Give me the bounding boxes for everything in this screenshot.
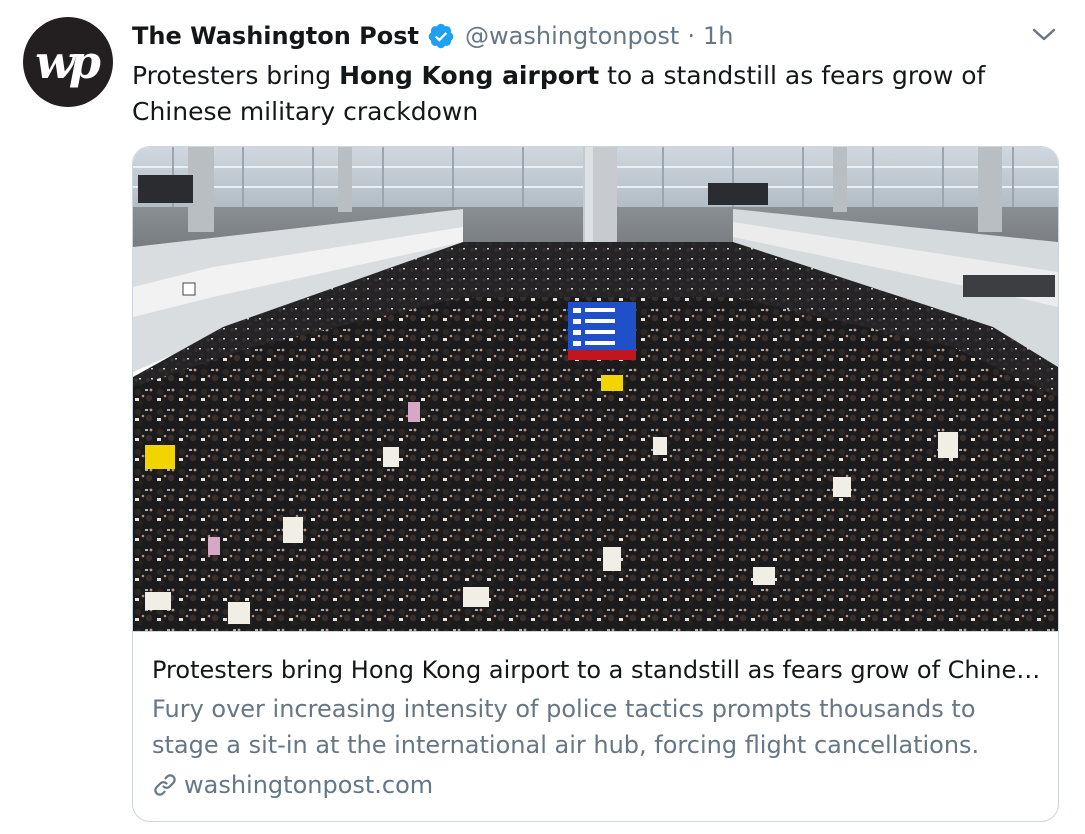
wp-logo-icon: wp [35,35,101,89]
card-title[interactable]: Protesters bring Hong Kong airport to a … [152,653,1042,687]
tweet-text: Protesters bring Hong Kong airport to a … [132,58,1062,130]
tweet-header: The Washington Post @washingtonpost · 1h [132,18,733,54]
caret-down-icon[interactable] [1031,25,1057,45]
card-domain[interactable]: washingtonpost.com [152,767,433,803]
author-handle[interactable]: @washingtonpost [465,22,679,50]
airport-protest-photo [133,147,1058,631]
card-image[interactable] [133,147,1058,632]
tweet-timestamp[interactable]: 1h [703,22,733,50]
link-card[interactable]: Protesters bring Hong Kong airport to a … [132,146,1059,822]
tweet[interactable]: wp The Washington Post @washingtonpost ·… [0,0,1085,834]
author-name[interactable]: The Washington Post [132,22,419,50]
card-domain-text: washingtonpost.com [184,771,434,799]
tweet-text-bold: Hong Kong airport [339,61,600,90]
link-icon [154,774,176,796]
separator-dot: · [687,22,695,50]
avatar[interactable]: wp [23,17,113,107]
tweet-text-start: Protesters bring [132,61,340,90]
card-description: Fury over increasing intensity of police… [152,695,980,759]
verified-badge-icon [428,23,454,49]
